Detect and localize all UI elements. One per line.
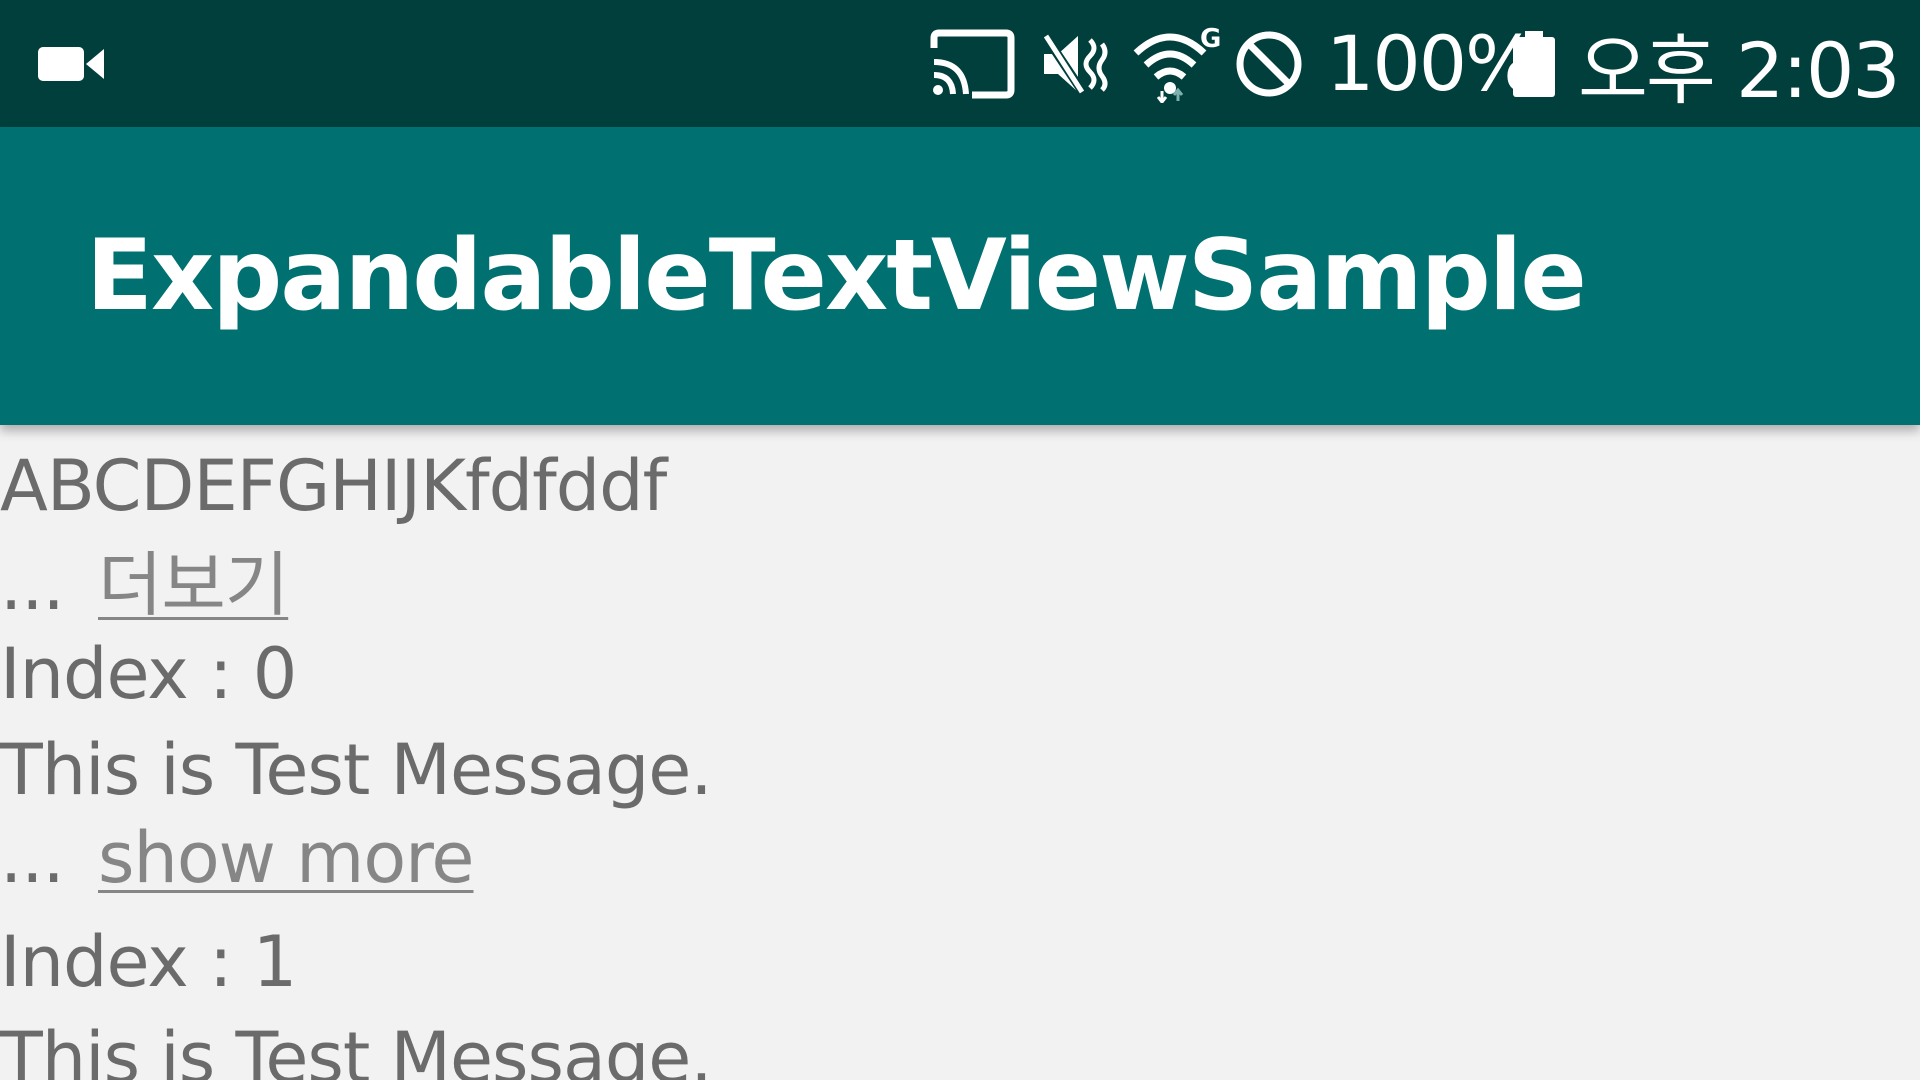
video-camera-icon (36, 0, 106, 127)
list-item-text[interactable]: This is Test Message. (0, 1017, 713, 1080)
app-bar: ExpandableTextViewSample (0, 127, 1920, 425)
battery-percent: 100% (1326, 19, 1537, 108)
battery-icon (1511, 0, 1557, 127)
cast-icon (928, 0, 1016, 127)
ellipsis: ... (0, 544, 65, 626)
phone-screen: G 100% 오후 2:03 ExpandableTextViewSample … (0, 0, 1920, 1080)
show-more-link[interactable]: 더보기 (98, 529, 289, 630)
expandable-text-list: ABCDEFGHIJKfdfddf ... 더보기 Index : 0 This… (0, 425, 1920, 1080)
list-item-text[interactable]: This is Test Message. (0, 729, 713, 811)
list-item-index: Index : 0 (0, 633, 297, 715)
app-title: ExpandableTextViewSample (86, 219, 1587, 333)
list-item-text[interactable]: ABCDEFGHIJKfdfddf (0, 445, 667, 527)
ellipsis: ... (0, 817, 65, 899)
list-item-more-row: ... show more (0, 817, 474, 899)
list-item-more-row: ... 더보기 (0, 529, 289, 630)
show-more-link[interactable]: show more (98, 817, 474, 899)
clock-time: 오후 2:03 (1578, 25, 1901, 115)
do-not-disturb-icon (1234, 0, 1304, 127)
vibrate-icon (1040, 0, 1112, 127)
svg-text:G: G (1200, 25, 1221, 54)
wifi-icon: G (1132, 0, 1222, 127)
list-item-index: Index : 1 (0, 921, 297, 1003)
status-bar: G 100% 오후 2:03 (0, 0, 1920, 127)
